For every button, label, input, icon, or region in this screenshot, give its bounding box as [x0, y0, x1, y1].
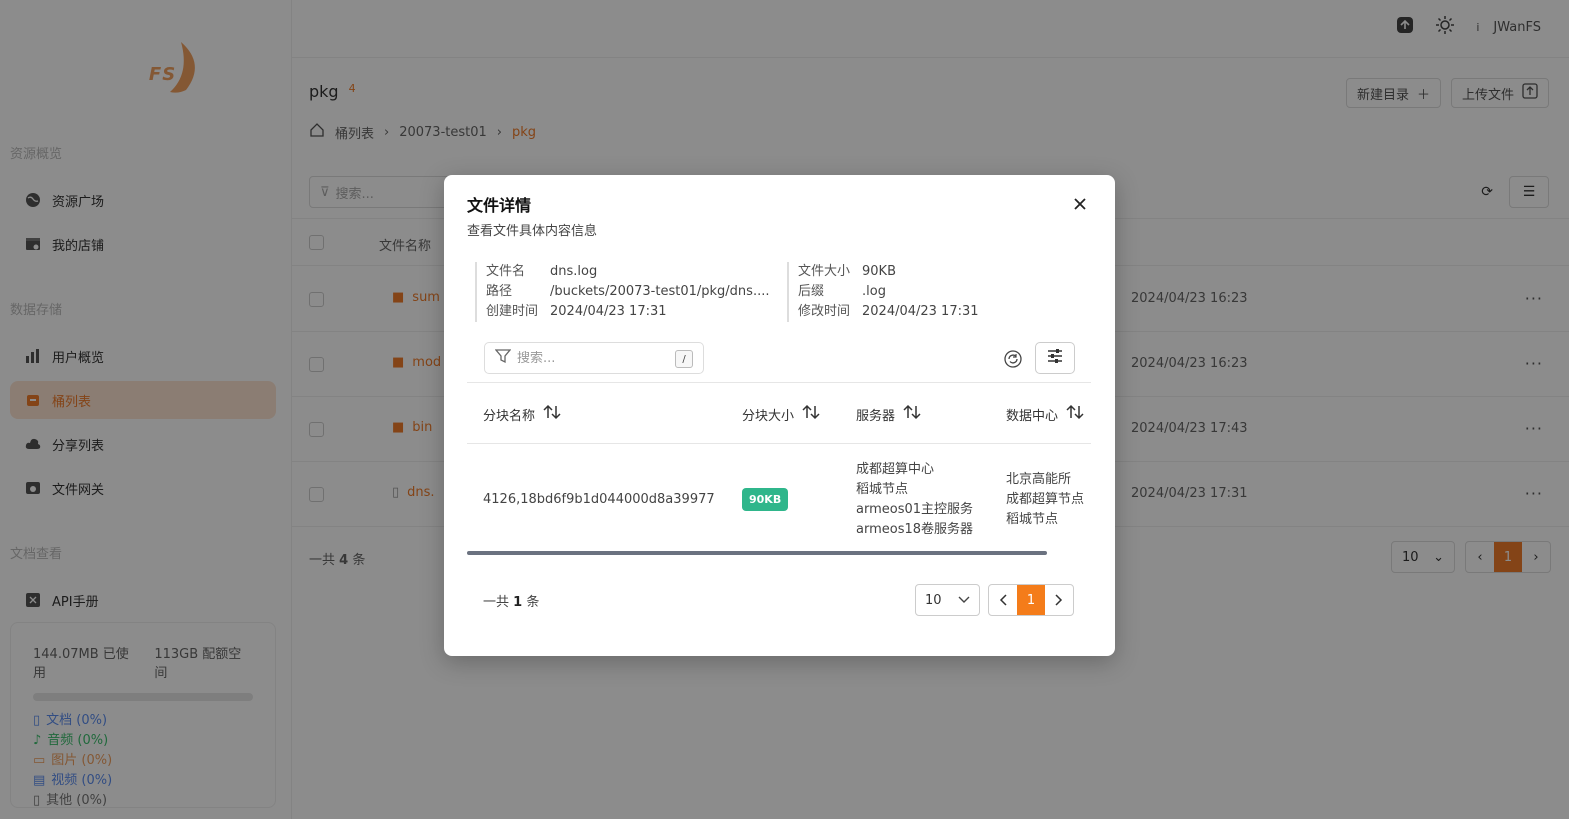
search-shortcut-key: / [675, 350, 693, 368]
cell-block-name: 4126,18bd6f9b1d044000d8a39977 [483, 492, 715, 507]
filter-icon [494, 348, 512, 368]
blocks-table: 分块名称 分块大小 服务器 数据中心 4126,18bd6f9b1d044000… [467, 383, 1091, 551]
info-modified: 修改时间 2024/04/23 17:31 [798, 304, 979, 319]
info-suffix: 后缀 .log [798, 284, 886, 299]
info-file-size: 文件大小 90KB [798, 264, 896, 279]
settings-sliders-icon [1047, 349, 1063, 367]
cell-servers: 成都超算中心 稻城节点 armeos01主控服务 armeos18卷服务器 [856, 462, 974, 537]
info-path: 路径/buckets/20073-test01/pkg/dns.... [486, 284, 770, 299]
blocks-table-header: 分块名称 分块大小 服务器 数据中心 [467, 383, 1091, 444]
close-icon[interactable] [1071, 195, 1089, 213]
file-info-left: 文件名 dns.log 路径/buckets/20073-test01/pkg/d… [475, 262, 775, 322]
page-size-select[interactable]: 10 [915, 584, 980, 616]
column-settings-button[interactable] [1035, 342, 1075, 374]
sort-icon[interactable] [802, 404, 820, 424]
dialog-title: 文件详情 [467, 196, 532, 215]
pagination: 1 [988, 584, 1074, 616]
file-details-dialog: 文件详情 查看文件具体内容信息 文件名 dns.log 路径/buckets/20… [444, 175, 1115, 656]
column-server[interactable]: 服务器 [856, 404, 921, 424]
column-block-size[interactable]: 分块大小 [742, 404, 820, 424]
info-file-name: 文件名 dns.log [486, 264, 598, 279]
block-search-field[interactable]: / [484, 342, 704, 374]
block-search-input[interactable] [517, 350, 657, 366]
column-block-name[interactable]: 分块名称 [483, 404, 561, 424]
prev-page-button[interactable] [989, 585, 1017, 615]
refresh-icon[interactable] [1003, 349, 1023, 369]
total-count: 一共 1 条 [483, 595, 540, 610]
horizontal-scrollbar[interactable] [467, 551, 1047, 555]
sort-icon[interactable] [1066, 404, 1084, 424]
size-badge: 90KB [742, 488, 789, 511]
file-info-right: 文件大小 90KB 后缀 .log 修改时间 2024/04/23 17:31 [787, 262, 1087, 322]
table-row[interactable]: 4126,18bd6f9b1d044000d8a39977 90KB 成都超算中… [467, 445, 1091, 551]
sort-icon[interactable] [903, 404, 921, 424]
sort-icon[interactable] [543, 404, 561, 424]
cell-datacenters: 北京高能所 成都超算节点 稻城节点 [1006, 472, 1085, 527]
page-button-current[interactable]: 1 [1017, 585, 1045, 615]
next-page-button[interactable] [1045, 585, 1073, 615]
chevron-down-icon [958, 593, 970, 608]
column-datacenter[interactable]: 数据中心 [1006, 404, 1084, 424]
cell-block-size: 90KB [742, 488, 789, 511]
info-created: 创建时间 2024/04/23 17:31 [486, 304, 667, 319]
dialog-subtitle: 查看文件具体内容信息 [467, 224, 598, 239]
